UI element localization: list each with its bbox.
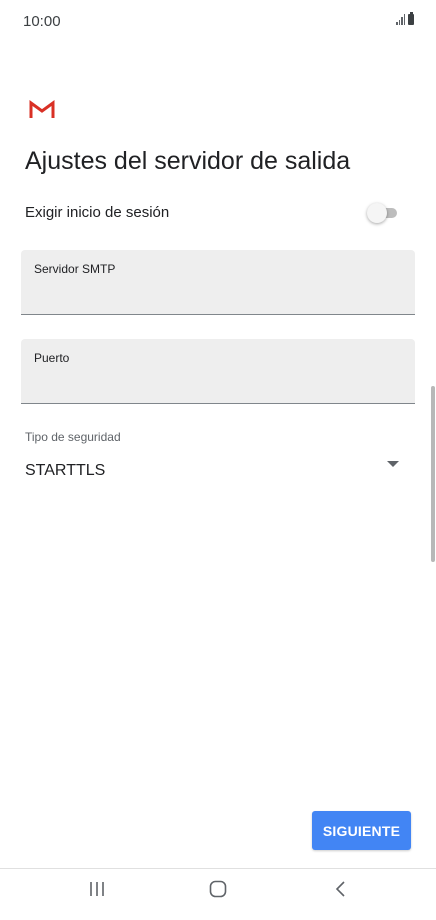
smtp-server-label: Servidor SMTP <box>34 262 116 276</box>
security-type-block: Tipo de seguridad STARTTLS <box>25 430 405 486</box>
gmail-logo-icon <box>29 100 55 118</box>
smtp-server-input[interactable] <box>34 282 394 306</box>
dropdown-arrow-icon <box>387 461 399 467</box>
status-icons <box>396 12 414 25</box>
smtp-server-field[interactable]: Servidor SMTP <box>21 250 415 315</box>
security-type-label: Tipo de seguridad <box>25 430 121 444</box>
back-icon <box>335 881 345 897</box>
recents-button[interactable] <box>77 879 117 909</box>
port-field[interactable]: Puerto <box>21 339 415 404</box>
battery-icon <box>408 12 414 25</box>
security-type-value: STARTTLS <box>25 462 106 479</box>
toggle-thumb <box>367 203 387 223</box>
home-button[interactable] <box>198 879 238 909</box>
navigation-bar <box>0 869 436 920</box>
status-time: 10:00 <box>23 13 61 30</box>
require-signin-label: Exigir inicio de sesión <box>25 204 170 221</box>
recents-icon <box>90 882 104 896</box>
signal-icon <box>396 14 405 25</box>
port-input[interactable] <box>34 371 394 395</box>
scroll-indicator[interactable] <box>431 386 435 562</box>
security-type-dropdown[interactable]: STARTTLS <box>25 450 403 486</box>
page-title: Ajustes del servidor de salida <box>25 147 351 175</box>
port-label: Puerto <box>34 351 70 365</box>
require-signin-row[interactable]: Exigir inicio de sesión <box>25 198 401 228</box>
back-button[interactable] <box>321 879 361 909</box>
require-signin-toggle[interactable] <box>367 203 399 223</box>
status-bar: 10:00 <box>0 0 436 44</box>
home-icon <box>209 880 227 898</box>
next-button[interactable]: SIGUIENTE <box>312 811 411 850</box>
